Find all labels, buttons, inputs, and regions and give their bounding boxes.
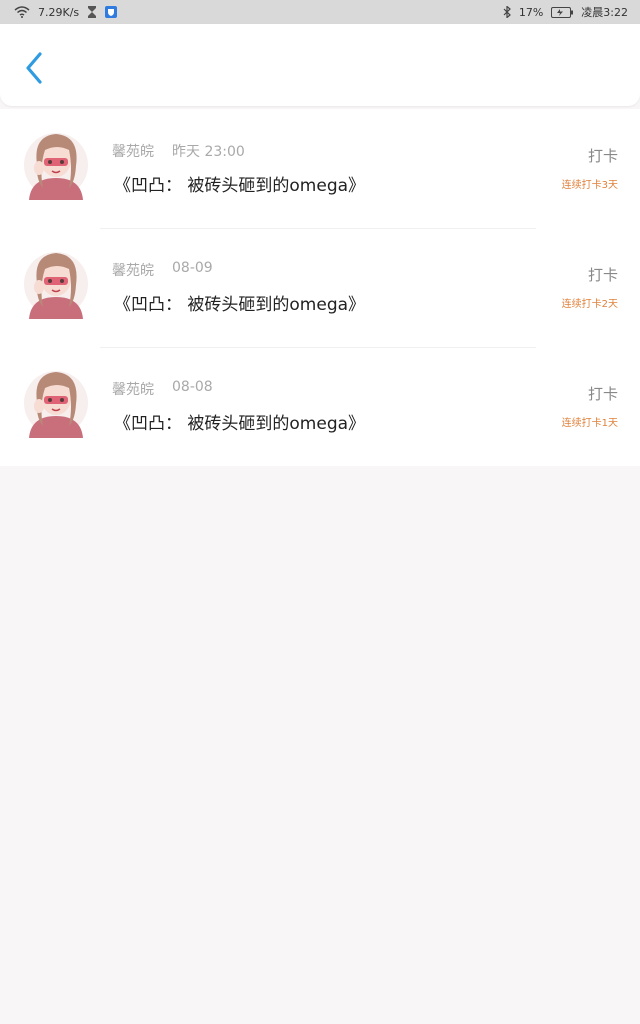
- avatar[interactable]: [23, 128, 89, 202]
- checkin-label: 打卡: [587, 266, 618, 284]
- streak-label: 连续打卡1天: [561, 418, 618, 429]
- avatar[interactable]: [23, 366, 89, 440]
- bluetooth-icon: [503, 6, 511, 18]
- hourglass-icon: [87, 6, 97, 18]
- item-meta: 馨苑皖 08-09: [112, 260, 213, 280]
- status-right: 17% 凌晨3:22: [503, 4, 628, 20]
- username: 馨苑皖: [112, 263, 154, 279]
- top-bar: [0, 24, 640, 106]
- item-meta: 馨苑皖 昨天 23:00: [112, 141, 245, 161]
- timestamp: 昨天 23:00: [172, 144, 245, 160]
- book-title: 《凹凸： 被砖头砸到的omega》: [114, 295, 366, 315]
- chevron-left-icon: [25, 52, 43, 88]
- checkin-item[interactable]: 馨苑皖 昨天 23:00 《凹凸： 被砖头砸到的omega》 打卡 连续打卡3天: [0, 109, 640, 228]
- checkin-label: 打卡: [587, 385, 618, 403]
- shield-icon: [105, 6, 118, 18]
- timestamp: 08-09: [172, 260, 213, 276]
- clock: 凌晨3:22: [581, 6, 628, 19]
- item-meta: 馨苑皖 08-08: [112, 379, 213, 399]
- avatar[interactable]: [23, 247, 89, 321]
- checkin-label: 打卡: [587, 147, 618, 165]
- book-title: 《凹凸： 被砖头砸到的omega》: [114, 176, 366, 196]
- timestamp: 08-08: [172, 379, 213, 395]
- checkin-item[interactable]: 馨苑皖 08-09 《凹凸： 被砖头砸到的omega》 打卡 连续打卡2天: [0, 228, 640, 347]
- status-bar: 7.29K/s 17% 凌晨3:22: [0, 0, 640, 24]
- back-button[interactable]: [18, 50, 50, 90]
- checkin-item[interactable]: 馨苑皖 08-08 《凹凸： 被砖头砸到的omega》 打卡 连续打卡1天: [0, 347, 640, 466]
- username: 馨苑皖: [112, 382, 154, 398]
- streak-label: 连续打卡3天: [561, 180, 618, 191]
- checkin-list: 馨苑皖 昨天 23:00 《凹凸： 被砖头砸到的omega》 打卡 连续打卡3天…: [0, 109, 640, 466]
- streak-label: 连续打卡2天: [561, 299, 618, 310]
- username: 馨苑皖: [112, 144, 154, 160]
- status-left: 7.29K/s: [14, 5, 118, 19]
- wifi-icon: [14, 6, 30, 18]
- network-speed: 7.29K/s: [38, 5, 80, 19]
- battery-percent: 17%: [518, 5, 544, 19]
- battery-icon: [551, 6, 574, 18]
- book-title: 《凹凸： 被砖头砸到的omega》: [114, 414, 366, 434]
